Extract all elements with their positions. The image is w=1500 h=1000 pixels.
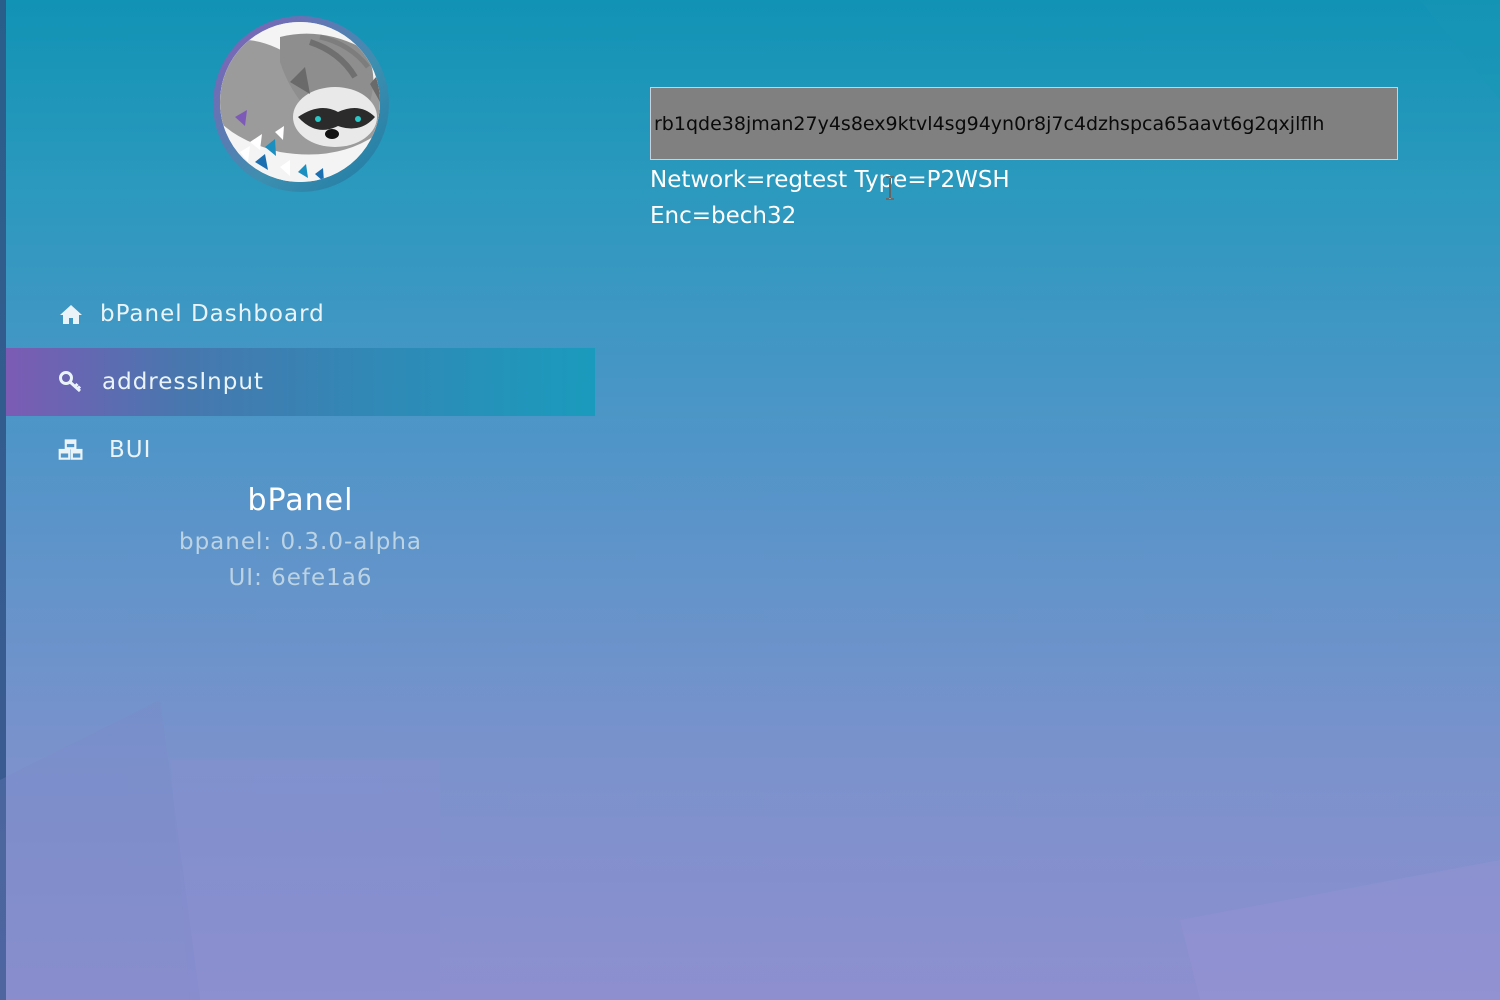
sidebar-item-bui[interactable]: BUI bbox=[6, 416, 595, 484]
avatar bbox=[213, 16, 389, 192]
sidebar-nav: bPanel Dashboard addressInput BUI bbox=[6, 280, 595, 484]
home-icon bbox=[58, 301, 84, 327]
ui-version-text: UI: 6efe1a6 bbox=[228, 565, 373, 591]
sidebar-item-address-input[interactable]: addressInput bbox=[6, 348, 595, 416]
sidebar-item-dashboard[interactable]: bPanel Dashboard bbox=[6, 280, 595, 348]
encoding-text: Enc=bech32 bbox=[650, 203, 797, 229]
sidebar: bPanel Dashboard addressInput BUI bPanel… bbox=[6, 0, 595, 1000]
address-field[interactable]: rb1qde38jman27y4s8ex9ktvl4sg94yn0r8j7c4d… bbox=[650, 87, 1398, 160]
key-icon bbox=[58, 369, 84, 395]
raccoon-avatar-image bbox=[220, 22, 380, 182]
sidebar-item-label: BUI bbox=[109, 437, 152, 463]
text-cursor-icon bbox=[886, 176, 894, 200]
brand-info: bPanel bpanel: 0.3.0-alpha UI: 6efe1a6 bbox=[6, 478, 595, 596]
address-value: rb1qde38jman27y4s8ex9ktvl4sg94yn0r8j7c4d… bbox=[654, 113, 1325, 135]
address-info: Network=regtest Type=P2WSH Enc=bech32 bbox=[650, 162, 1010, 234]
brand-title: bPanel bbox=[247, 483, 354, 518]
network-type-text: Network=regtest Type=P2WSH bbox=[650, 167, 1010, 193]
sidebar-item-label: addressInput bbox=[102, 369, 264, 395]
sidebar-item-label: bPanel Dashboard bbox=[100, 301, 325, 327]
cubes-icon bbox=[58, 437, 84, 463]
version-text: bpanel: 0.3.0-alpha bbox=[178, 529, 423, 555]
